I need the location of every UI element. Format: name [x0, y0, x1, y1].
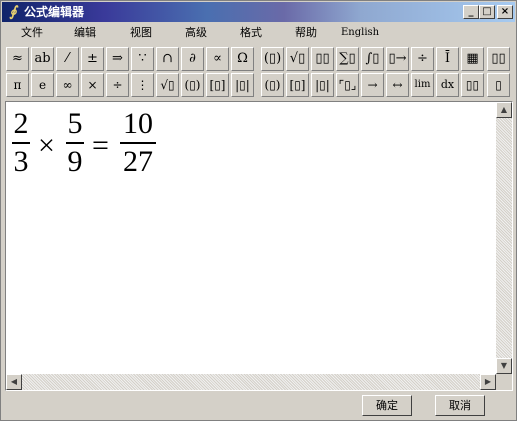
right-arrow-button[interactable]: → [361, 73, 384, 97]
menu-view[interactable]: 视图 [130, 26, 152, 40]
logic-palette-button[interactable]: ∵ [131, 47, 154, 71]
arrows-palette-button[interactable]: ⇒ [106, 47, 129, 71]
fraction-10-over-27: 10 27 [120, 108, 156, 178]
times-symbol-button[interactable]: × [81, 73, 104, 97]
title-bar[interactable]: ∮ 公式编辑器 _ □ × [2, 2, 515, 22]
scroll-left-icon[interactable]: ◀ [6, 374, 22, 390]
fraction-template-button[interactable]: ⋮ [131, 73, 154, 97]
numerator: 10 [123, 107, 153, 140]
menu-english[interactable]: English [341, 26, 379, 40]
relations-palette-button[interactable]: ≈ [6, 47, 29, 71]
bracket-matrix-template-button[interactable]: [▯] [286, 73, 309, 97]
matrix-template-button[interactable]: ▦ [461, 47, 484, 71]
menu-advanced[interactable]: 高级 [185, 26, 207, 40]
formula-editor-window: ∮ 公式编辑器 _ □ × 文件 编辑 视图 高级 格式 帮助 English … [0, 0, 517, 421]
vertical-scrollbar[interactable]: ▲ ▼ [496, 102, 512, 374]
scroll-down-icon[interactable]: ▼ [496, 358, 512, 374]
close-button[interactable]: × [497, 5, 513, 19]
horizontal-scrollbar[interactable]: ◀ ▶ [6, 374, 496, 390]
menu-bar: 文件 编辑 视图 高级 格式 帮助 English [2, 23, 515, 43]
abs-template-button[interactable]: |▯| [231, 73, 254, 97]
paren-template-button[interactable]: (▯) [181, 73, 204, 97]
labeled-arrow-template-button[interactable]: ÷ [411, 47, 434, 71]
embellishments-palette-button[interactable]: ⁄ [56, 47, 79, 71]
underbar-overbar-template-button[interactable]: ▯→ [386, 47, 409, 71]
numerator: 2 [13, 107, 29, 140]
formula-editing-area[interactable]: 2 3 × 5 9 = 10 27 ▲ ▼ ◀ ▶ [5, 101, 513, 391]
spaces-palette-button[interactable]: ab [31, 47, 54, 71]
cancel-button[interactable]: 取消 [435, 395, 485, 416]
sqrt-template-button[interactable]: √▯ [156, 73, 179, 97]
box-template-button[interactable]: ⌜▯⌟ [336, 73, 359, 97]
greek-upper-palette-button[interactable]: Ω [231, 47, 254, 71]
window-title: 公式编辑器 [24, 5, 85, 19]
denominator: 27 [123, 144, 153, 178]
fences-template-button[interactable]: (▯) [261, 47, 284, 71]
template-toolbar: π e ∞ × ÷ ⋮ √▯ (▯) [▯] |▯| (▯) [▯] |▯| ⌜… [5, 73, 511, 97]
fraction-radical-template-button[interactable]: √▯ [286, 47, 309, 71]
greek-lower-palette-button[interactable]: ∝ [206, 47, 229, 71]
summation-template-button[interactable]: ∑▯ [336, 47, 359, 71]
divide-symbol-button[interactable]: ÷ [106, 73, 129, 97]
fraction-5-over-9: 5 9 [66, 108, 84, 178]
operators-palette-button[interactable]: ± [81, 47, 104, 71]
pi-symbol-button[interactable]: π [6, 73, 29, 97]
scrollbar-corner [496, 374, 512, 390]
products-template-button[interactable]: Ī [436, 47, 459, 71]
slot-template-button[interactable]: ▯ [487, 73, 510, 97]
infinity-symbol-button[interactable]: ∞ [56, 73, 79, 97]
menu-edit[interactable]: 编辑 [74, 26, 96, 40]
ok-button[interactable]: 确定 [362, 395, 412, 416]
bracket-template-button[interactable]: [▯] [206, 73, 229, 97]
numerator: 5 [67, 107, 83, 140]
differential-button[interactable]: dx [436, 73, 459, 97]
limit-template-button[interactable]: lim [411, 73, 434, 97]
scroll-right-icon[interactable]: ▶ [480, 374, 496, 390]
app-icon: ∮ [9, 4, 17, 20]
paren-matrix-template-button[interactable]: (▯) [261, 73, 284, 97]
restore-button[interactable]: □ [479, 5, 495, 19]
menu-help[interactable]: 帮助 [295, 26, 317, 40]
minimize-button[interactable]: _ [463, 5, 479, 19]
denominator: 3 [13, 144, 29, 178]
menu-format[interactable]: 格式 [240, 26, 262, 40]
double-arrow-button[interactable]: ↔ [386, 73, 409, 97]
menu-file[interactable]: 文件 [21, 26, 43, 40]
e-symbol-button[interactable]: e [31, 73, 54, 97]
denominator: 9 [67, 144, 83, 178]
equals-operator: = [92, 129, 109, 162]
subscript-template-button[interactable]: ▯▯ [311, 47, 334, 71]
times-operator: × [38, 129, 55, 162]
fraction-2-over-3: 2 3 [12, 108, 30, 178]
set-theory-palette-button[interactable]: ∩ [156, 47, 179, 71]
misc-template-button[interactable]: ▯▯ [487, 47, 510, 71]
scroll-up-icon[interactable]: ▲ [496, 102, 512, 118]
symbol-toolbar: ≈ ab ⁄ ± ⇒ ∵ ∩ ∂ ∝ Ω (▯) √▯ ▯▯ ∑▯ ∫▯ ▯→ … [5, 47, 511, 71]
misc-symbols-palette-button[interactable]: ∂ [181, 47, 204, 71]
spacing-template-button[interactable]: ▯▯ [461, 73, 484, 97]
determinant-template-button[interactable]: |▯| [311, 73, 334, 97]
integral-template-button[interactable]: ∫▯ [361, 47, 384, 71]
